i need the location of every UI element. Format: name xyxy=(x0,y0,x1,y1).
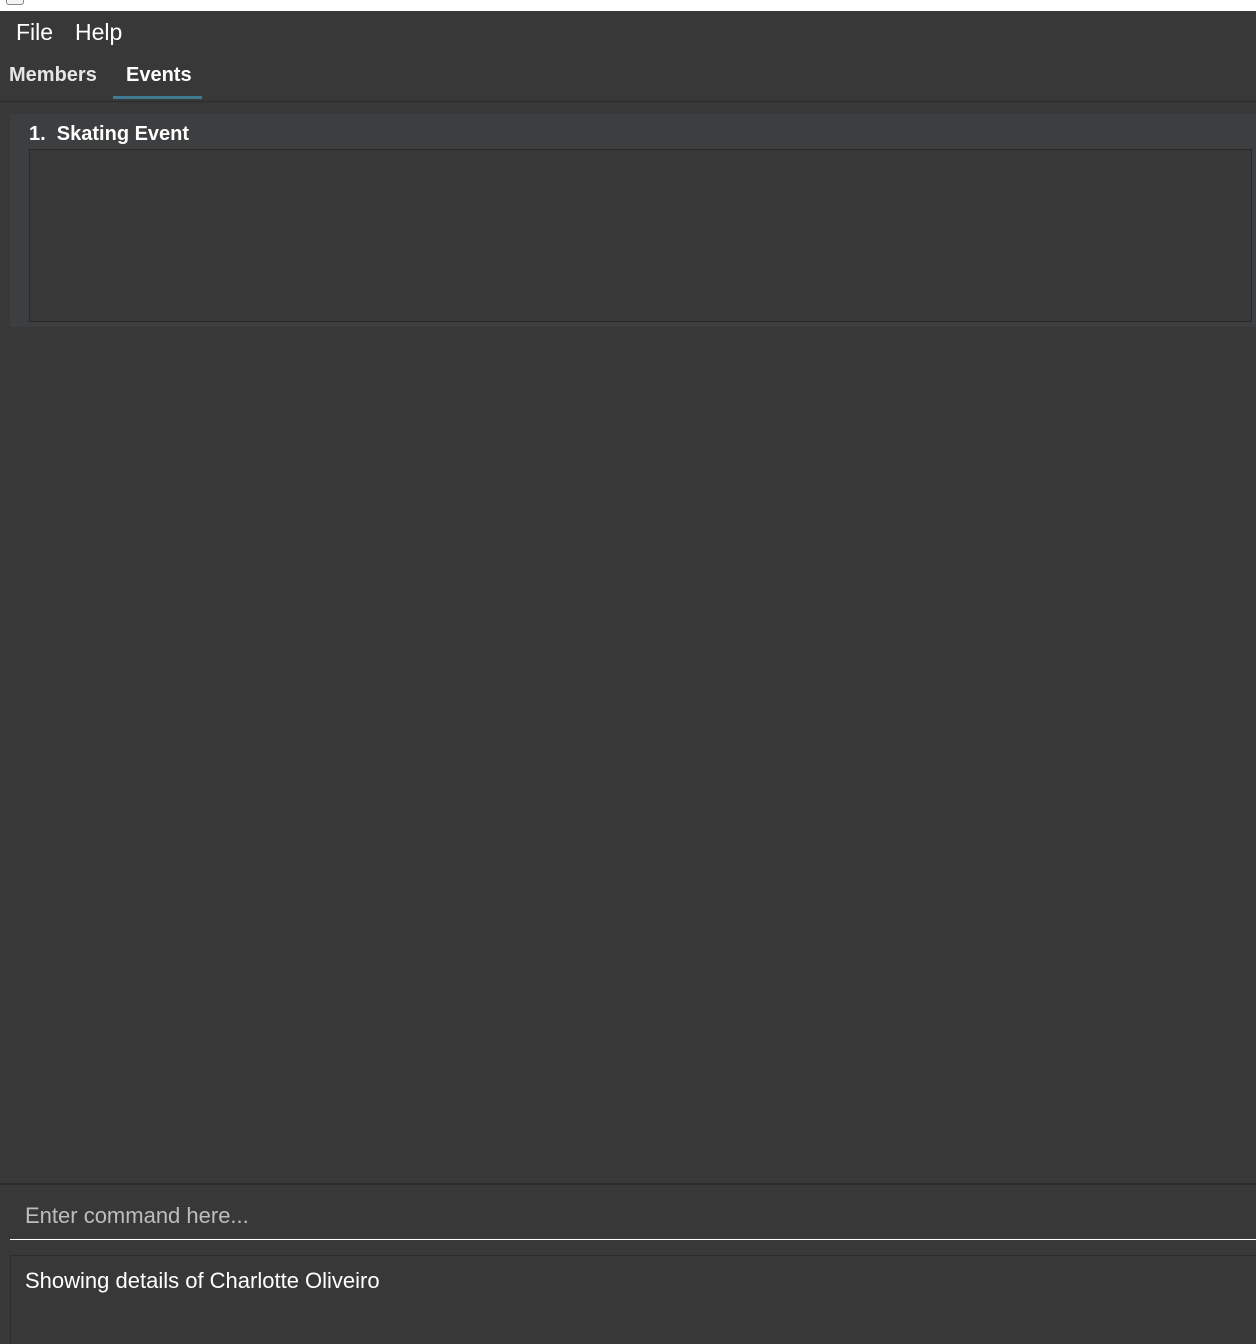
result-message: Showing details of Charlotte Oliveiro xyxy=(25,1268,380,1293)
result-display: Showing details of Charlotte Oliveiro xyxy=(10,1255,1256,1344)
tab-bar: Members Events xyxy=(0,54,1256,102)
window-titlebar xyxy=(0,0,1256,11)
divider xyxy=(0,1183,1256,1185)
menu-help[interactable]: Help xyxy=(75,19,122,46)
event-list-item[interactable]: 1. Skating Event xyxy=(10,114,1256,327)
tab-members[interactable]: Members xyxy=(9,64,97,87)
event-title: 1. Skating Event xyxy=(29,123,190,145)
menu-bar: File Help xyxy=(0,11,1256,54)
menu-file[interactable]: File xyxy=(16,19,53,46)
active-tab-indicator xyxy=(113,96,202,99)
tab-events[interactable]: Events xyxy=(126,64,192,87)
command-input[interactable] xyxy=(10,1193,1256,1239)
command-box xyxy=(10,1193,1256,1240)
app-icon xyxy=(6,0,24,5)
event-details-panel xyxy=(29,149,1252,322)
